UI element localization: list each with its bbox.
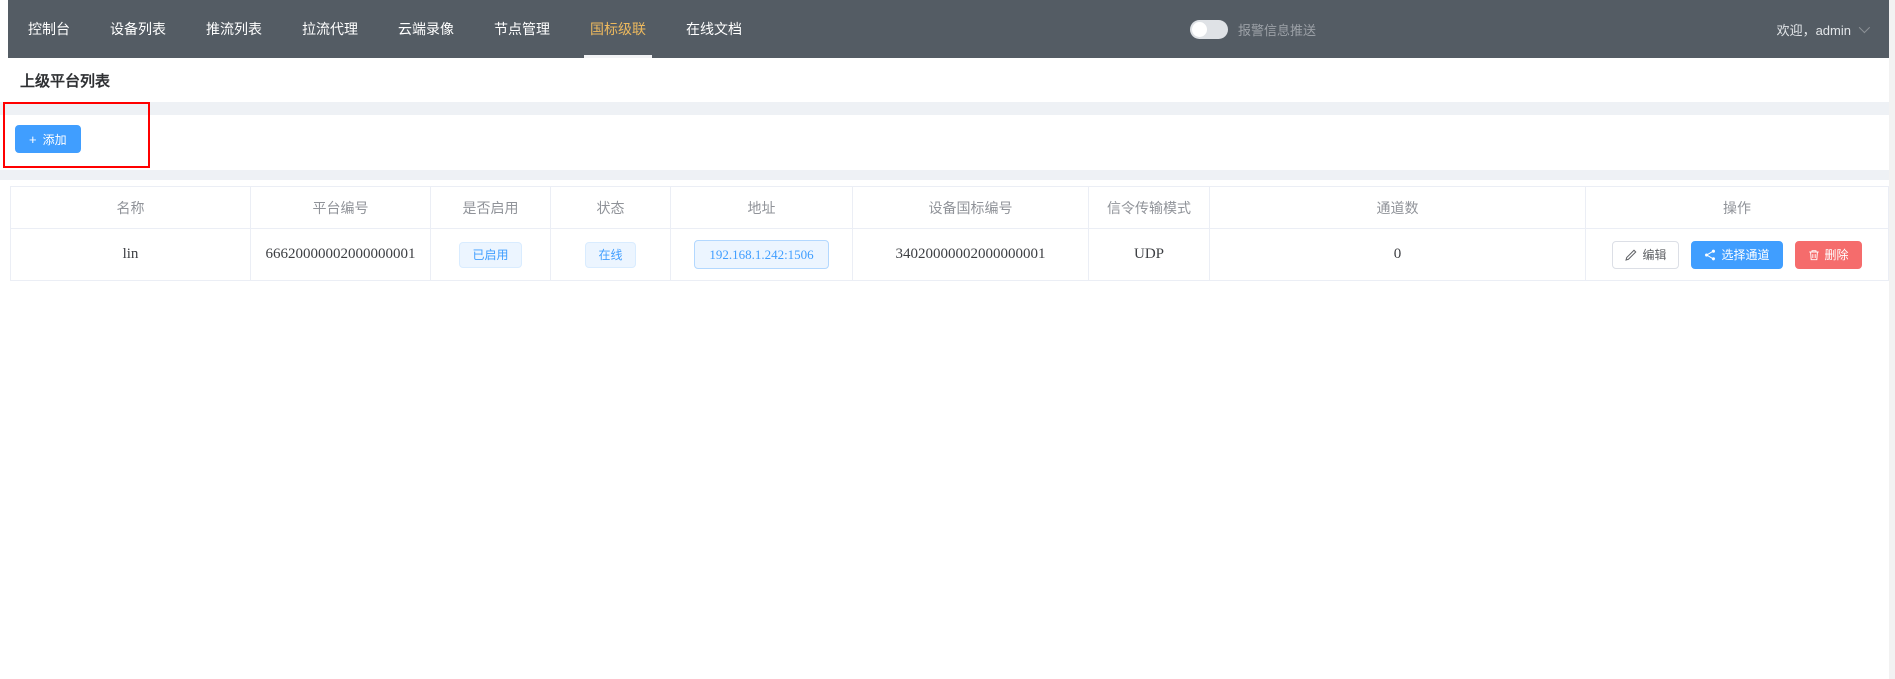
column-header-status: 状态: [551, 187, 671, 229]
share-icon: [1704, 249, 1716, 261]
select-channel-button[interactable]: 选择通道: [1691, 241, 1782, 269]
column-header-enabled: 是否启用: [431, 187, 551, 229]
nav-item-online-docs[interactable]: 在线文档: [666, 0, 762, 58]
alarm-push-label: 报警信息推送: [1238, 20, 1316, 39]
pencil-icon: [1625, 249, 1637, 261]
nav-item-console[interactable]: 控制台: [8, 0, 90, 58]
cell-platform-id: 66620000002000000001: [251, 229, 431, 281]
select-channel-button-label: 选择通道: [1721, 246, 1769, 263]
column-header-name: 名称: [11, 187, 251, 229]
plus-icon: +: [29, 133, 37, 146]
page-title: 上级平台列表: [20, 70, 110, 91]
nav-item-label: 推流列表: [206, 19, 262, 39]
table-header-row: 名称 平台编号 是否启用 状态 地址 设备国标编号 信令传输模式 通道数 操作: [11, 187, 1889, 229]
delete-button-label: 删除: [1825, 246, 1849, 263]
cell-channel-count: 0: [1210, 229, 1586, 281]
cell-address: 192.168.1.242:1506: [671, 229, 853, 281]
delete-button[interactable]: 删除: [1795, 241, 1862, 269]
alarm-push-control: 报警信息推送: [1190, 0, 1316, 58]
cell-transport-mode: UDP: [1089, 229, 1210, 281]
nav-item-push-stream-list[interactable]: 推流列表: [186, 0, 282, 58]
section-divider: [0, 170, 1895, 180]
user-menu[interactable]: 欢迎，admin: [1777, 0, 1867, 58]
add-button[interactable]: + 添加: [15, 125, 81, 153]
edit-button-label: 编辑: [1642, 246, 1666, 263]
toolbar-panel: + 添加: [0, 115, 1895, 170]
cell-name: lin: [11, 229, 251, 281]
chevron-down-icon: [1859, 22, 1870, 33]
column-header-transport-mode: 信令传输模式: [1089, 187, 1210, 229]
table-row: lin 66620000002000000001 已启用 在线 192.168.…: [11, 229, 1889, 281]
nav-item-label: 云端录像: [398, 19, 454, 39]
column-header-actions: 操作: [1586, 187, 1889, 229]
alarm-push-toggle[interactable]: [1190, 20, 1228, 39]
nav-item-label: 控制台: [28, 19, 70, 39]
nav-item-label: 国标级联: [590, 19, 646, 39]
nav-item-label: 节点管理: [494, 19, 550, 39]
cell-enabled: 已启用: [431, 229, 551, 281]
nav-item-device-list[interactable]: 设备列表: [90, 0, 186, 58]
nav-item-label: 设备列表: [110, 19, 166, 39]
online-status-badge: 在线: [585, 242, 635, 268]
cell-actions: 编辑 选择通道: [1586, 229, 1889, 281]
row-action-buttons: 编辑 选择通道: [1586, 241, 1888, 269]
welcome-user-text: 欢迎，admin: [1777, 20, 1851, 39]
column-header-address: 地址: [671, 187, 853, 229]
nav-item-gb-cascade-active[interactable]: 国标级联: [570, 0, 666, 58]
nav-item-node-management[interactable]: 节点管理: [474, 0, 570, 58]
enabled-status-badge: 已启用: [459, 242, 521, 268]
address-badge[interactable]: 192.168.1.242:1506: [694, 240, 828, 269]
edit-button[interactable]: 编辑: [1612, 241, 1679, 269]
nav-item-pull-stream-proxy[interactable]: 拉流代理: [282, 0, 378, 58]
scrollbar-track[interactable]: [1889, 0, 1895, 679]
add-button-label: 添加: [43, 131, 67, 148]
nav-item-cloud-recording[interactable]: 云端录像: [378, 0, 474, 58]
toggle-knob: [1192, 22, 1207, 37]
platform-table-panel: 名称 平台编号 是否启用 状态 地址 设备国标编号 信令传输模式 通道数 操作 …: [0, 186, 1895, 679]
section-divider: [0, 102, 1895, 115]
column-header-platform-id: 平台编号: [251, 187, 431, 229]
cell-device-gb-id: 34020000002000000001: [853, 229, 1089, 281]
cell-status: 在线: [551, 229, 671, 281]
page-header: 上级平台列表: [0, 58, 1895, 102]
superior-platform-table: 名称 平台编号 是否启用 状态 地址 设备国标编号 信令传输模式 通道数 操作 …: [10, 186, 1889, 281]
column-header-device-gb-id: 设备国标编号: [853, 187, 1089, 229]
trash-icon: [1808, 249, 1820, 261]
nav-item-label: 拉流代理: [302, 19, 358, 39]
column-header-channel-count: 通道数: [1210, 187, 1586, 229]
top-navigation-bar: 控制台 设备列表 推流列表 拉流代理 云端录像 节点管理 国标级联 在线文档 报…: [8, 0, 1889, 58]
nav-item-label: 在线文档: [686, 19, 742, 39]
